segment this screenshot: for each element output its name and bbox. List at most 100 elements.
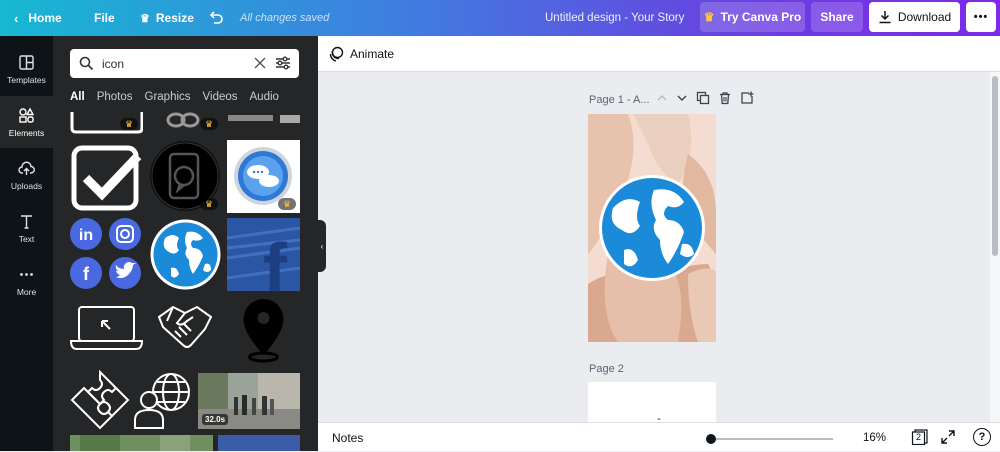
notes-button[interactable]: Notes	[332, 423, 363, 452]
download-button[interactable]: Download	[869, 2, 960, 32]
delete-page-icon[interactable]	[718, 91, 732, 105]
rail-item-text[interactable]: Text	[0, 202, 53, 254]
rail-item-uploads[interactable]: Uploads	[0, 149, 53, 201]
facebook-photo-thumbnail	[218, 435, 300, 451]
bottom-bar: Notes 16% 2 ?	[318, 422, 1000, 451]
rail-label: Elements	[8, 127, 45, 138]
fullscreen-button[interactable]	[940, 429, 956, 450]
file-label: File	[94, 11, 115, 25]
tab-photos[interactable]: Photos	[97, 91, 133, 107]
editor-toolbar: Animate	[318, 36, 1000, 72]
help-label: ?	[978, 431, 986, 443]
result-puzzle-icon[interactable]	[70, 369, 130, 430]
resize-label: Resize	[155, 11, 194, 25]
result-checkbox-icon[interactable]	[70, 142, 143, 215]
filter-tabs: All Photos Graphics Videos Audio	[70, 91, 291, 107]
result-facebook-photo[interactable]	[218, 435, 300, 451]
social-media-icons: in f	[70, 218, 141, 289]
more-options-button[interactable]: •••	[966, 2, 996, 32]
checkbox-icon	[71, 145, 142, 211]
svg-text:f: f	[83, 264, 90, 284]
puzzle-icon	[70, 369, 130, 430]
tab-graphics[interactable]: Graphics	[145, 91, 191, 107]
result-location-pin-icon[interactable]	[227, 295, 300, 365]
rail-item-templates[interactable]: Templates	[0, 43, 53, 95]
share-button[interactable]: Share	[811, 2, 863, 32]
vertical-scrollbar[interactable]	[990, 72, 1000, 422]
zoom-slider-handle[interactable]	[706, 434, 716, 444]
nature-photo-thumbnail	[70, 435, 213, 451]
tab-all[interactable]: All	[70, 91, 85, 107]
result-nature-photo[interactable]	[70, 435, 213, 451]
animate-label: Animate	[350, 47, 395, 61]
resize-button[interactable]: ♛ Resize	[140, 0, 194, 36]
more-label: •••	[973, 11, 989, 23]
page-2[interactable]	[588, 382, 716, 422]
page-grid-button[interactable]: 2	[911, 429, 929, 450]
page-2-title[interactable]: Page 2	[589, 363, 624, 375]
download-icon	[879, 11, 891, 24]
animate-button[interactable]: Animate	[328, 36, 394, 72]
undo-icon	[209, 11, 223, 24]
try-canva-pro-button[interactable]: ♛ Try Canva Pro	[700, 2, 805, 32]
premium-crown-icon: ♛	[120, 118, 138, 130]
search-icon	[79, 56, 94, 71]
text-icon	[21, 214, 32, 229]
crown-icon: ♛	[140, 12, 150, 25]
result-phone-chat-icon[interactable]: ♛	[149, 140, 222, 213]
page-1-artwork	[588, 114, 716, 342]
result-global-user-icon[interactable]	[133, 370, 193, 430]
top-bar: ‹ Home File ♛ Resize All changes saved U…	[0, 0, 1000, 36]
tab-audio[interactable]: Audio	[250, 91, 279, 107]
search-box	[70, 49, 299, 78]
result-social-icons[interactable]: in f	[70, 218, 143, 291]
more-icon	[20, 272, 33, 276]
zoom-slider[interactable]	[708, 438, 833, 440]
file-menu[interactable]: File	[94, 0, 115, 36]
result-chat-button-icon[interactable]: ♛	[227, 140, 300, 213]
scrollbar-thumb[interactable]	[992, 76, 998, 256]
help-button[interactable]: ?	[973, 428, 991, 446]
add-page-icon[interactable]	[740, 91, 754, 105]
design-title[interactable]: Untitled design - Your Story	[545, 0, 684, 36]
bar-graphic-icon	[228, 115, 300, 123]
video-duration: 32.0s	[202, 414, 229, 425]
filter-icon[interactable]	[275, 55, 291, 71]
chevron-down-icon[interactable]	[676, 92, 688, 104]
tab-videos[interactable]: Videos	[203, 91, 238, 107]
close-icon[interactable]	[253, 56, 267, 70]
design-canvas: Page 1 - A... Page 2 ⌃	[318, 72, 1000, 422]
rail-item-elements[interactable]: Elements	[0, 96, 53, 148]
result-handshake-icon[interactable]	[149, 299, 222, 359]
result-facebook-graphic[interactable]: f	[226, 218, 301, 310]
results-grid: ♛ ♛ ♛ ♛ in f f 32.0s	[53, 112, 318, 451]
premium-crown-icon: ♛	[200, 118, 218, 130]
home-button[interactable]: ‹ Home	[14, 0, 62, 36]
rail-label: Uploads	[10, 180, 43, 191]
try-pro-label: Try Canva Pro	[720, 10, 802, 24]
result-globe-icon[interactable]	[149, 218, 222, 291]
rail-label: More	[16, 286, 37, 297]
zoom-level[interactable]: 16%	[863, 423, 886, 452]
side-rail: Templates Elements Uploads Text More	[0, 36, 53, 451]
chevron-up-icon[interactable]	[656, 92, 668, 104]
home-label: Home	[28, 11, 62, 25]
share-label: Share	[820, 10, 854, 24]
search-input[interactable]	[102, 53, 252, 74]
result-bar-graphic[interactable]	[228, 112, 300, 123]
result-street-video[interactable]: 32.0s	[198, 373, 300, 429]
duplicate-page-icon[interactable]	[696, 91, 710, 105]
page-1-title[interactable]: Page 1 - A...	[589, 94, 650, 106]
result-laptop-icon[interactable]	[69, 299, 144, 359]
page-1[interactable]	[588, 114, 716, 342]
page-count: 2	[916, 432, 922, 442]
page-tools	[656, 91, 754, 105]
global-user-icon	[134, 373, 190, 429]
animate-icon	[329, 46, 344, 62]
result-chain-icon[interactable]: ♛	[150, 112, 223, 134]
elements-panel: All Photos Graphics Videos Audio ♛ ♛ ♛ ♛	[53, 36, 318, 451]
facebook-logo-icon: f	[226, 218, 301, 310]
result-frame-icon[interactable]: ♛	[70, 112, 144, 134]
rail-item-more[interactable]: More	[0, 255, 53, 307]
undo-button[interactable]	[208, 0, 224, 36]
